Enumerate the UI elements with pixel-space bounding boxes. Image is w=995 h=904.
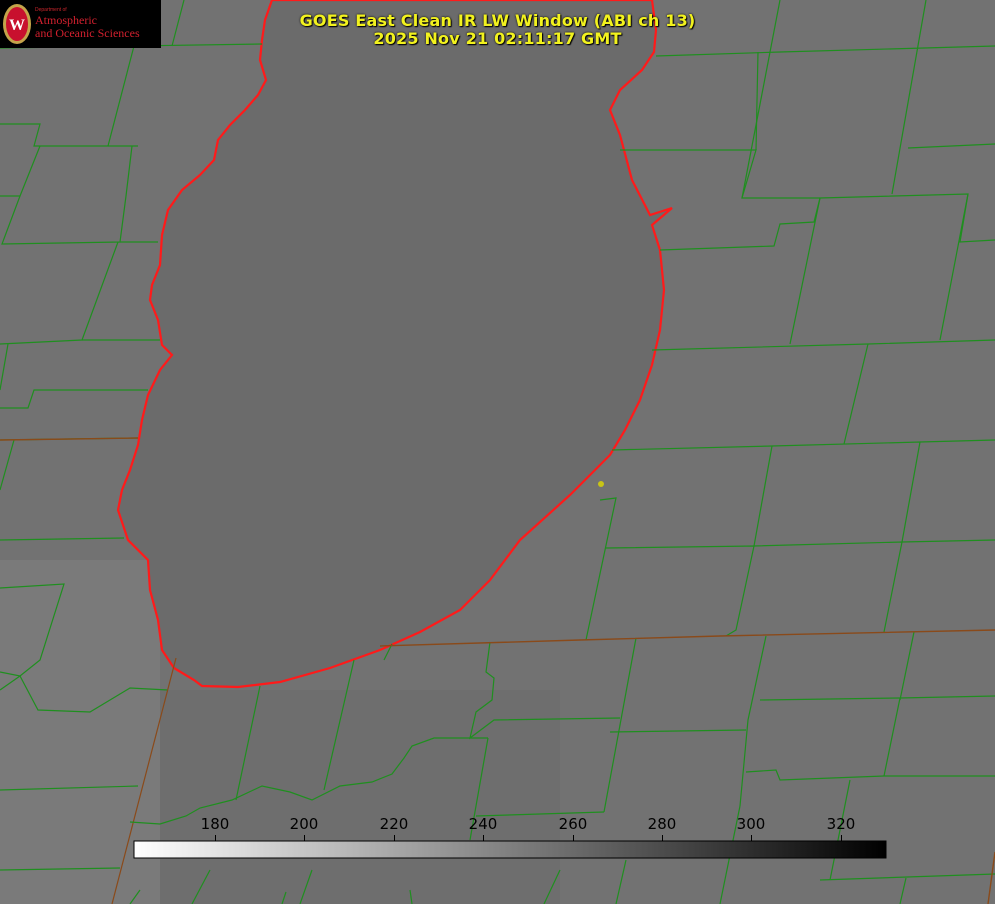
station-marker	[598, 481, 604, 487]
uw-aos-logo: W Department of Atmospheric and Oceanic …	[0, 0, 161, 48]
satellite-image: GOES East Clean IR LW Window (ABI ch 13)…	[0, 0, 995, 904]
crest-icon: W	[3, 4, 31, 44]
svg-text:W: W	[9, 17, 25, 34]
colorbar-fill	[133, 840, 887, 859]
map-overlay	[0, 0, 995, 904]
land-shade-south	[160, 690, 560, 904]
logo-name-line2: and Oceanic Sciences	[35, 26, 140, 40]
